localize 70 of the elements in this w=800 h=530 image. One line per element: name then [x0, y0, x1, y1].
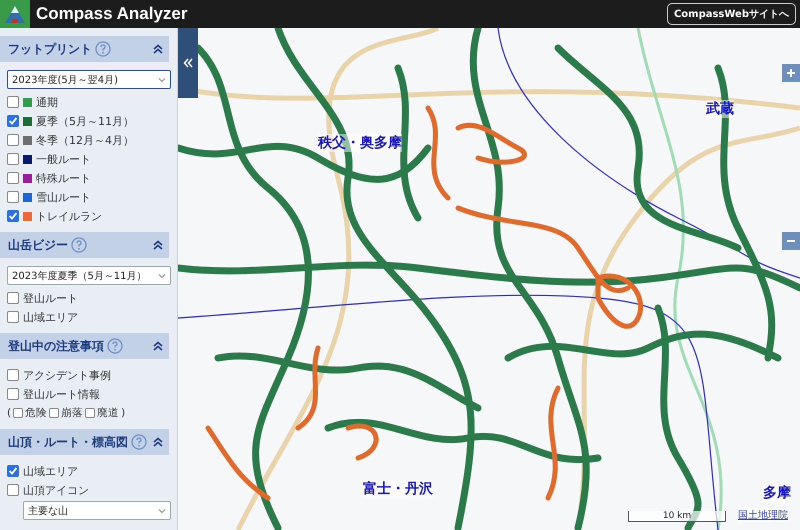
section-title: 山頂・ルート・標高図 — [8, 434, 128, 450]
attribution-link[interactable]: 国土地理院 — [738, 508, 788, 522]
checkbox-label: 一般ルート — [36, 152, 91, 166]
section-title: 登山中の注意事項 — [8, 338, 104, 354]
checkbox[interactable] — [7, 134, 19, 146]
collapse-chevron-icon[interactable] — [153, 44, 163, 54]
checkbox[interactable] — [7, 96, 19, 108]
year-select[interactable]: 2023年度夏季（5月～11月） — [7, 266, 171, 285]
region-label: 富士・丹沢 — [363, 480, 433, 498]
checkbox[interactable] — [7, 292, 19, 304]
checkbox-label: 崩落 — [61, 406, 84, 420]
dropdown-caret-icon — [158, 272, 166, 278]
checkbox[interactable] — [7, 210, 19, 222]
section-header[interactable]: フットプリント — [0, 36, 169, 62]
parenthesis: ) — [121, 407, 126, 419]
double-chevron-left-icon — [183, 58, 193, 68]
help-icon[interactable] — [107, 338, 123, 354]
region-label: 秩父・奥多摩 — [318, 134, 402, 152]
section-header[interactable]: 山頂・ルート・標高図 — [0, 429, 169, 455]
checkbox[interactable] — [7, 465, 19, 477]
parenthesis: ( — [7, 407, 12, 419]
checkbox[interactable] — [7, 172, 19, 184]
collapse-sidebar-button[interactable] — [178, 28, 198, 98]
checkbox-label: 登山ルート情報 — [23, 386, 100, 402]
checkbox[interactable] — [7, 153, 19, 165]
help-icon[interactable] — [71, 237, 87, 253]
checkbox-label: 特殊ルート — [36, 170, 91, 186]
checkbox[interactable] — [7, 484, 19, 496]
zoom-out-button[interactable] — [782, 232, 800, 250]
checkbox[interactable] — [13, 408, 24, 418]
plus-icon — [786, 68, 796, 78]
collapse-chevron-icon[interactable] — [153, 341, 163, 351]
checkbox-label: 登山ルート — [23, 290, 78, 306]
collapse-chevron-icon[interactable] — [153, 437, 163, 447]
peak-type-select[interactable]: 主要な山 — [23, 501, 171, 520]
section-header[interactable]: 登山中の注意事項 — [0, 333, 169, 359]
year-select[interactable]: 2023年度(5月～翌4月) — [7, 70, 171, 89]
help-icon[interactable] — [131, 434, 147, 450]
checkbox-label: 冬季（12月～4月） — [36, 132, 134, 148]
region-label: 多摩 — [763, 484, 791, 502]
checkbox-label: 山頂アイコン — [23, 482, 89, 498]
dropdown-caret-icon — [158, 508, 166, 514]
website-link-button[interactable]: CompassWebサイトへ — [666, 3, 796, 25]
map-background[interactable]: 秩父・奥多摩 武蔵 富士・丹沢 多摩 10 km 国土地理院 — [178, 28, 800, 530]
checkbox-label: 危険 — [25, 406, 48, 420]
checkbox-label: アクシデント事例 — [23, 368, 111, 382]
checkbox[interactable] — [7, 115, 19, 127]
checkbox-label: トレイルラン — [36, 208, 102, 224]
section-title: フットプリント — [8, 40, 92, 58]
checkbox-label: 通期 — [36, 94, 58, 110]
checkbox[interactable] — [49, 408, 60, 418]
checkbox-label: 廃道 — [97, 406, 120, 420]
zoom-in-button[interactable] — [782, 64, 800, 82]
dropdown-caret-icon — [158, 76, 166, 82]
collapse-chevron-icon[interactable] — [153, 240, 163, 250]
checkbox-label: 山域エリア — [23, 310, 78, 324]
checkbox[interactable] — [7, 388, 19, 400]
scale-bar: 10 km — [628, 511, 726, 522]
section-header[interactable]: 山岳ビジー — [0, 232, 169, 258]
help-icon[interactable] — [95, 41, 111, 57]
checkbox[interactable] — [7, 311, 19, 323]
checkbox[interactable] — [85, 408, 96, 418]
region-label: 武蔵 — [706, 100, 734, 118]
checkbox[interactable] — [7, 369, 19, 381]
app-title: Compass Analyzer — [36, 4, 188, 24]
checkbox[interactable] — [7, 191, 19, 203]
checkbox-label: 夏季（5月～11月） — [36, 114, 134, 128]
checkbox-label: 雪山ルート — [36, 190, 91, 204]
checkbox-label: 山域エリア — [23, 464, 78, 478]
section-title: 山岳ビジー — [8, 236, 68, 254]
